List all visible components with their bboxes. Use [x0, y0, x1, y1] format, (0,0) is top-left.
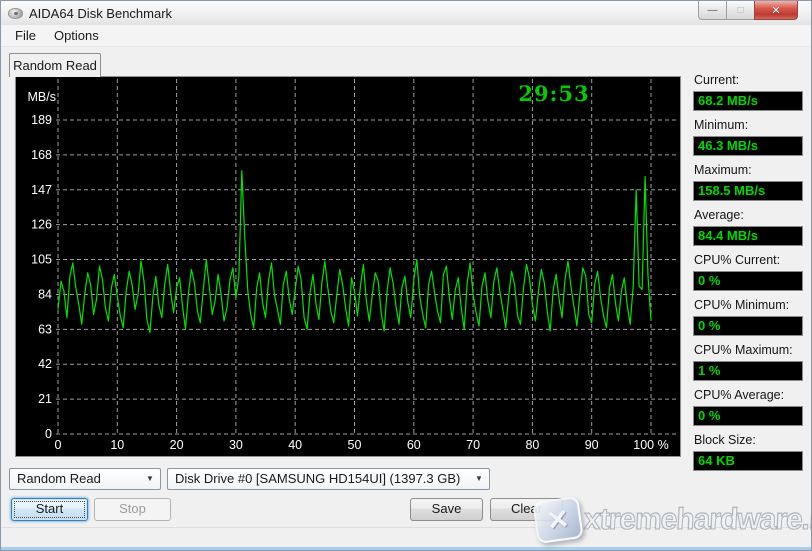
status-bar: [1, 527, 811, 549]
stat-current-value: 68.2 MB/s: [693, 91, 803, 111]
app-window: AIDA64 Disk Benchmark — □ ✕ File Options…: [0, 0, 812, 551]
svg-text:100 %: 100 %: [633, 438, 668, 452]
svg-text:0: 0: [45, 427, 52, 441]
stat-minimum-value: 46.3 MB/s: [693, 136, 803, 156]
save-button[interactable]: Save: [410, 498, 483, 521]
svg-text:42: 42: [38, 357, 52, 371]
benchmark-type-value: Random Read: [17, 471, 101, 486]
svg-text:90: 90: [585, 438, 599, 452]
close-button[interactable]: ✕: [754, 1, 798, 20]
stat-cpu-current-value: 0 %: [693, 271, 803, 291]
svg-text:0: 0: [55, 438, 62, 452]
window-title: AIDA64 Disk Benchmark: [29, 6, 172, 21]
stat-maximum-value: 158.5 MB/s: [693, 181, 803, 201]
svg-text:20: 20: [170, 438, 184, 452]
clear-button[interactable]: Clear: [490, 498, 563, 521]
stat-current-label: Current:: [694, 73, 807, 88]
svg-text:189: 189: [31, 113, 52, 127]
minimize-button[interactable]: —: [698, 1, 727, 20]
svg-text:MB/s: MB/s: [28, 90, 56, 104]
stat-maximum: Maximum: 158.5 MB/s: [693, 163, 807, 201]
stat-block-size-label: Block Size:: [694, 433, 807, 448]
stat-cpu-maximum-label: CPU% Maximum:: [694, 343, 807, 358]
stat-cpu-average-label: CPU% Average:: [694, 388, 807, 403]
menubar: File Options: [1, 25, 811, 47]
stat-cpu-maximum-value: 1 %: [693, 361, 803, 381]
stat-block-size-value: 64 KB: [693, 451, 803, 471]
disk-drive-value: Disk Drive #0 [SAMSUNG HD154UI] (1397.3 …: [175, 471, 460, 486]
chevron-down-icon: ▼: [143, 469, 157, 489]
benchmark-chart: 0 21 42 63 84 105 126 147 168 189 MB/s 0 10 20 30 40 50 6…: [16, 77, 680, 456]
svg-text:147: 147: [31, 183, 52, 197]
stat-minimum: Minimum: 46.3 MB/s: [693, 118, 807, 156]
stat-cpu-average: CPU% Average: 0 %: [693, 388, 807, 426]
svg-text:63: 63: [38, 322, 52, 336]
chevron-down-icon: ▼: [472, 469, 486, 489]
stat-cpu-minimum-label: CPU% Minimum:: [694, 298, 807, 313]
stat-current: Current: 68.2 MB/s: [693, 73, 807, 111]
stat-cpu-average-value: 0 %: [693, 406, 803, 426]
svg-text:70: 70: [466, 438, 480, 452]
maximize-button: □: [727, 1, 754, 20]
stats-panel: Current: 68.2 MB/s Minimum: 46.3 MB/s Ma…: [693, 70, 807, 478]
disk-drive-select[interactable]: Disk Drive #0 [SAMSUNG HD154UI] (1397.3 …: [167, 468, 490, 490]
stat-average-label: Average:: [694, 208, 807, 223]
svg-text:84: 84: [38, 287, 52, 301]
stat-block-size: Block Size: 64 KB: [693, 433, 807, 471]
stat-cpu-minimum-value: 0 %: [693, 316, 803, 336]
stat-cpu-maximum: CPU% Maximum: 1 %: [693, 343, 807, 381]
stat-cpu-minimum: CPU% Minimum: 0 %: [693, 298, 807, 336]
svg-text:168: 168: [31, 148, 52, 162]
svg-text:10: 10: [110, 438, 124, 452]
svg-text:105: 105: [31, 253, 52, 267]
stat-cpu-current-label: CPU% Current:: [694, 253, 807, 268]
stat-average: Average: 84.4 MB/s: [693, 208, 807, 246]
window-bottom-edge: [1, 547, 811, 550]
svg-text:21: 21: [38, 392, 52, 406]
svg-text:50: 50: [348, 438, 362, 452]
stat-average-value: 84.4 MB/s: [693, 226, 803, 246]
elapsed-timer: 29:53: [508, 81, 600, 106]
stop-button: Stop: [94, 498, 171, 521]
tab-random-read[interactable]: Random Read: [9, 53, 101, 77]
benchmark-type-select[interactable]: Random Read ▼: [9, 468, 161, 490]
svg-text:80: 80: [525, 438, 539, 452]
stat-maximum-label: Maximum:: [694, 163, 807, 178]
stat-minimum-label: Minimum:: [694, 118, 807, 133]
svg-text:40: 40: [288, 438, 302, 452]
start-button[interactable]: Start: [11, 498, 88, 521]
menu-options[interactable]: Options: [45, 26, 108, 45]
titlebar[interactable]: AIDA64 Disk Benchmark: [1, 1, 811, 25]
disk-app-icon: [8, 8, 23, 19]
svg-text:30: 30: [229, 438, 243, 452]
svg-text:126: 126: [31, 218, 52, 232]
menu-file[interactable]: File: [6, 26, 45, 45]
stat-cpu-current: CPU% Current: 0 %: [693, 253, 807, 291]
svg-text:60: 60: [407, 438, 421, 452]
window-controls: — □ ✕: [698, 1, 798, 20]
chart-panel: 0 21 42 63 84 105 126 147 168 189 MB/s 0 10 20 30 40 50 6…: [15, 76, 681, 457]
